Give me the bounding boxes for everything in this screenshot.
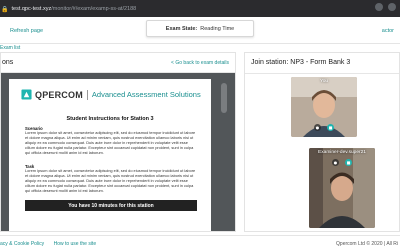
exam-state-box: Exam State: Reading Time [146,20,254,37]
back-to-exam-link[interactable]: < Go back to exam details [171,60,229,66]
self-video-label: You [319,79,329,84]
scenario-text: Lorem ipsum dolor sit amet, consectetur … [25,130,196,155]
exam-list-link[interactable]: Exam list [0,45,20,51]
page-footer: acy & Cookie Policy How to use the site … [0,235,400,250]
document-page: QPERCOM Advanced Assessment Solutions St… [9,79,211,231]
instructions-panel: ons < Go back to exam details QPERCOM Ad… [0,52,236,232]
pdf-viewer[interactable]: QPERCOM Advanced Assessment Solutions St… [1,73,235,231]
profile-icon[interactable] [388,3,396,11]
instructions-header: ons < Go back to exam details [1,53,235,73]
copyright-text: Qpercom Ltd © 2020 | All Ri [336,241,398,247]
station-divider [245,73,399,74]
examiner-video-label: Examiner-dev.super21 [318,150,366,155]
qpercom-logo-icon [21,89,32,100]
privacy-policy-link[interactable]: acy & Cookie Policy [0,241,44,247]
browser-chrome: 🔒 test.qpc-test.xyz /monitor/#/exam/exam… [0,0,400,17]
station-title: Join station: NP3 - Form Bank 3 [251,59,351,66]
refresh-page-link[interactable]: Refresh page [10,28,43,34]
lock-icon: 🔒 [1,5,9,13]
task-text: Lorem ipsum dolor sit amet, consectetur … [25,168,196,193]
footer-links: acy & Cookie Policy How to use the site [0,241,104,247]
app-header: Refresh page Exam State: Reading Time ac… [0,17,400,44]
self-video: You ● ■ [291,77,357,137]
logo-divider [86,89,88,100]
url-path: /monitor/#/exam/examp-ss-at/2188 [51,6,137,12]
browser-icons [375,3,396,11]
examiner-video-controls: ● ■ [309,159,375,166]
exam-state-label: Exam State: [165,25,198,32]
address-bar[interactable]: 🔒 test.qpc-test.xyz /monitor/#/exam/exam… [0,3,300,15]
remote-camera-icon[interactable]: ■ [345,159,352,166]
examiner-video: Examiner-dev.super21 ● ■ [309,148,375,228]
station-panel: Join station: NP3 - Form Bank 3 You ● ■ … [244,52,400,232]
logo-tagline: Advanced Assessment Solutions [91,90,201,99]
qpercom-logo: QPERCOM Advanced Assessment Solutions [21,89,201,100]
url-host: test.qpc-test.xyz [11,6,52,12]
exam-state-value: Reading Time [200,25,235,32]
extension-icon[interactable] [375,3,383,11]
time-banner: You have 10 minutes for this station [25,200,197,211]
camera-icon[interactable]: ■ [327,124,334,131]
remote-microphone-icon[interactable]: ● [332,159,339,166]
instructions-title: ons [2,59,14,66]
user-menu[interactable]: actor [382,28,394,34]
document-title: Student Instructions for Station 3 [66,116,154,122]
self-video-controls: ● ■ [291,124,357,131]
microphone-icon[interactable]: ● [314,124,321,131]
how-to-use-link[interactable]: How to use the site [54,241,97,247]
scrollbar-thumb[interactable] [221,83,227,113]
viewer-scrollbar[interactable] [213,73,235,231]
logo-wordmark: QPERCOM [35,89,83,100]
